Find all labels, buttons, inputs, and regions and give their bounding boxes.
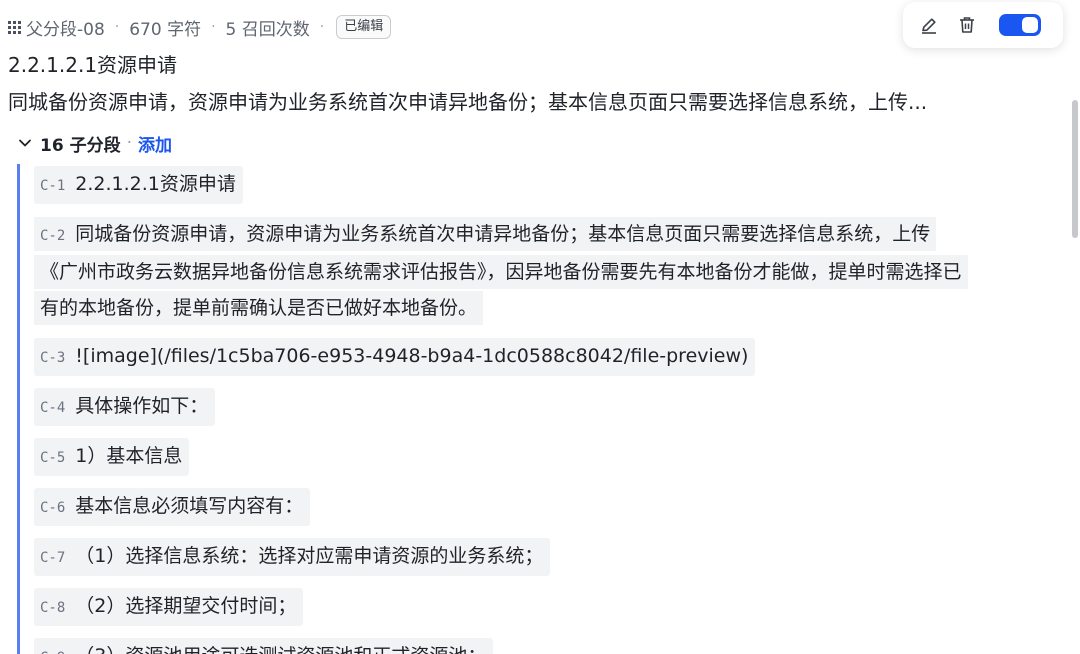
chunk-id: C-3 (40, 350, 66, 366)
pencil-icon (922, 18, 936, 34)
child-segment[interactable]: C-7 （1）选择信息系统：选择对应需申请资源的业务系统； (34, 538, 1074, 576)
chunk-text: 2.2.1.2.1资源申请 (75, 173, 236, 195)
segment-toolbar (903, 2, 1063, 48)
chunk-id: C-8 (40, 600, 66, 616)
trash-icon (960, 17, 974, 33)
child-segment[interactable]: C-8 （2）选择期望交付时间； (34, 588, 1074, 626)
grid-dots-icon (8, 21, 21, 34)
enable-toggle[interactable] (999, 14, 1041, 36)
chunk-text-line-1: 同城备份资源申请，资源申请为业务系统首次申请异地备份；基本信息页面只需要选择信息… (75, 223, 931, 245)
edited-badge: 已编辑 (336, 15, 392, 39)
child-segment[interactable]: C-2 同城备份资源申请，资源申请为业务系统首次申请异地备份；基本信息页面只需要选… (34, 216, 1074, 326)
children-count: 16 子分段 (40, 135, 121, 156)
chunk-id: C-1 (40, 178, 66, 194)
chunk-text: （2）选择期望交付时间； (75, 595, 297, 617)
children-header: 16 子分段 · 添加 (18, 130, 172, 156)
child-segments-list: C-1 2.2.1.2.1资源申请 C-2 同城备份资源申请，资源申请为业务系统首次… (17, 164, 1074, 654)
chunk-text: （1）选择信息系统：选择对应需申请资源的业务系统； (75, 545, 544, 567)
separator-dot: · (126, 133, 132, 153)
segment-title: 2.2.1.2.1资源申请 (8, 53, 178, 77)
child-segment[interactable]: C-3 ![image](/files/1c5ba706-e953-4948-b9… (34, 338, 1074, 376)
segment-detail-page: 父分段-08 · 670 字符 · 5 召回次数 · 已编辑 2.2.1.2.1… (0, 0, 1080, 654)
chunk-text: ![image](/files/1c5ba706-e953-4948-b9a4-… (75, 345, 749, 367)
recall-count: 5 召回次数 (225, 19, 310, 40)
chunk-id: C-6 (40, 500, 66, 516)
edit-button[interactable] (911, 7, 947, 43)
chunk-text: 1）基本信息 (75, 445, 183, 467)
char-count: 670 字符 (129, 19, 202, 40)
toggle-knob (1022, 17, 1038, 33)
child-segment[interactable]: C-5 1）基本信息 (34, 438, 1074, 476)
parent-meta-row: 父分段-08 · 670 字符 · 5 召回次数 · 已编辑 (8, 14, 392, 40)
child-segment[interactable]: C-6 基本信息必须填写内容有： (34, 488, 1074, 526)
chevron-down-icon[interactable] (18, 136, 32, 150)
chunk-text-line-3: 有的本地备份，提单前需确认是否已做好本地备份。 (34, 291, 484, 325)
separator-dot: · (211, 19, 216, 35)
chunk-id: C-2 (40, 228, 66, 244)
chunk-id: C-9 (40, 650, 65, 654)
chunk-text: 基本信息必须填写内容有： (75, 495, 304, 517)
chunk-id: C-4 (40, 400, 66, 416)
add-child-link[interactable]: 添加 (138, 131, 172, 156)
child-segment[interactable]: C-1 2.2.1.2.1资源申请 (34, 166, 1074, 204)
delete-button[interactable] (949, 7, 985, 43)
parent-label: 父分段-08 (26, 19, 105, 40)
chunk-text: 具体操作如下： (75, 395, 209, 417)
scrollbar-thumb[interactable] (1072, 100, 1078, 238)
chunk-id: C-5 (40, 450, 66, 466)
chunk-text-line-2: 《广州市政务云数据异地备份信息系统需求评估报告》，因异地备份需要先有本地备份才能… (34, 255, 968, 289)
chunk-id: C-7 (40, 550, 66, 566)
separator-dot: · (114, 19, 120, 35)
child-segment[interactable]: C-4 具体操作如下： (34, 388, 1074, 426)
segment-summary: 同城备份资源申请，资源申请为业务系统首次申请异地备份；基本信息页面只需要选择信息… (8, 90, 928, 114)
separator-dot: · (319, 19, 325, 35)
chunk-text: （3）资源池用途可选测试资源池和正式资源池； (75, 645, 486, 654)
child-segment[interactable]: C-9 （3）资源池用途可选测试资源池和正式资源池； (34, 638, 1074, 654)
